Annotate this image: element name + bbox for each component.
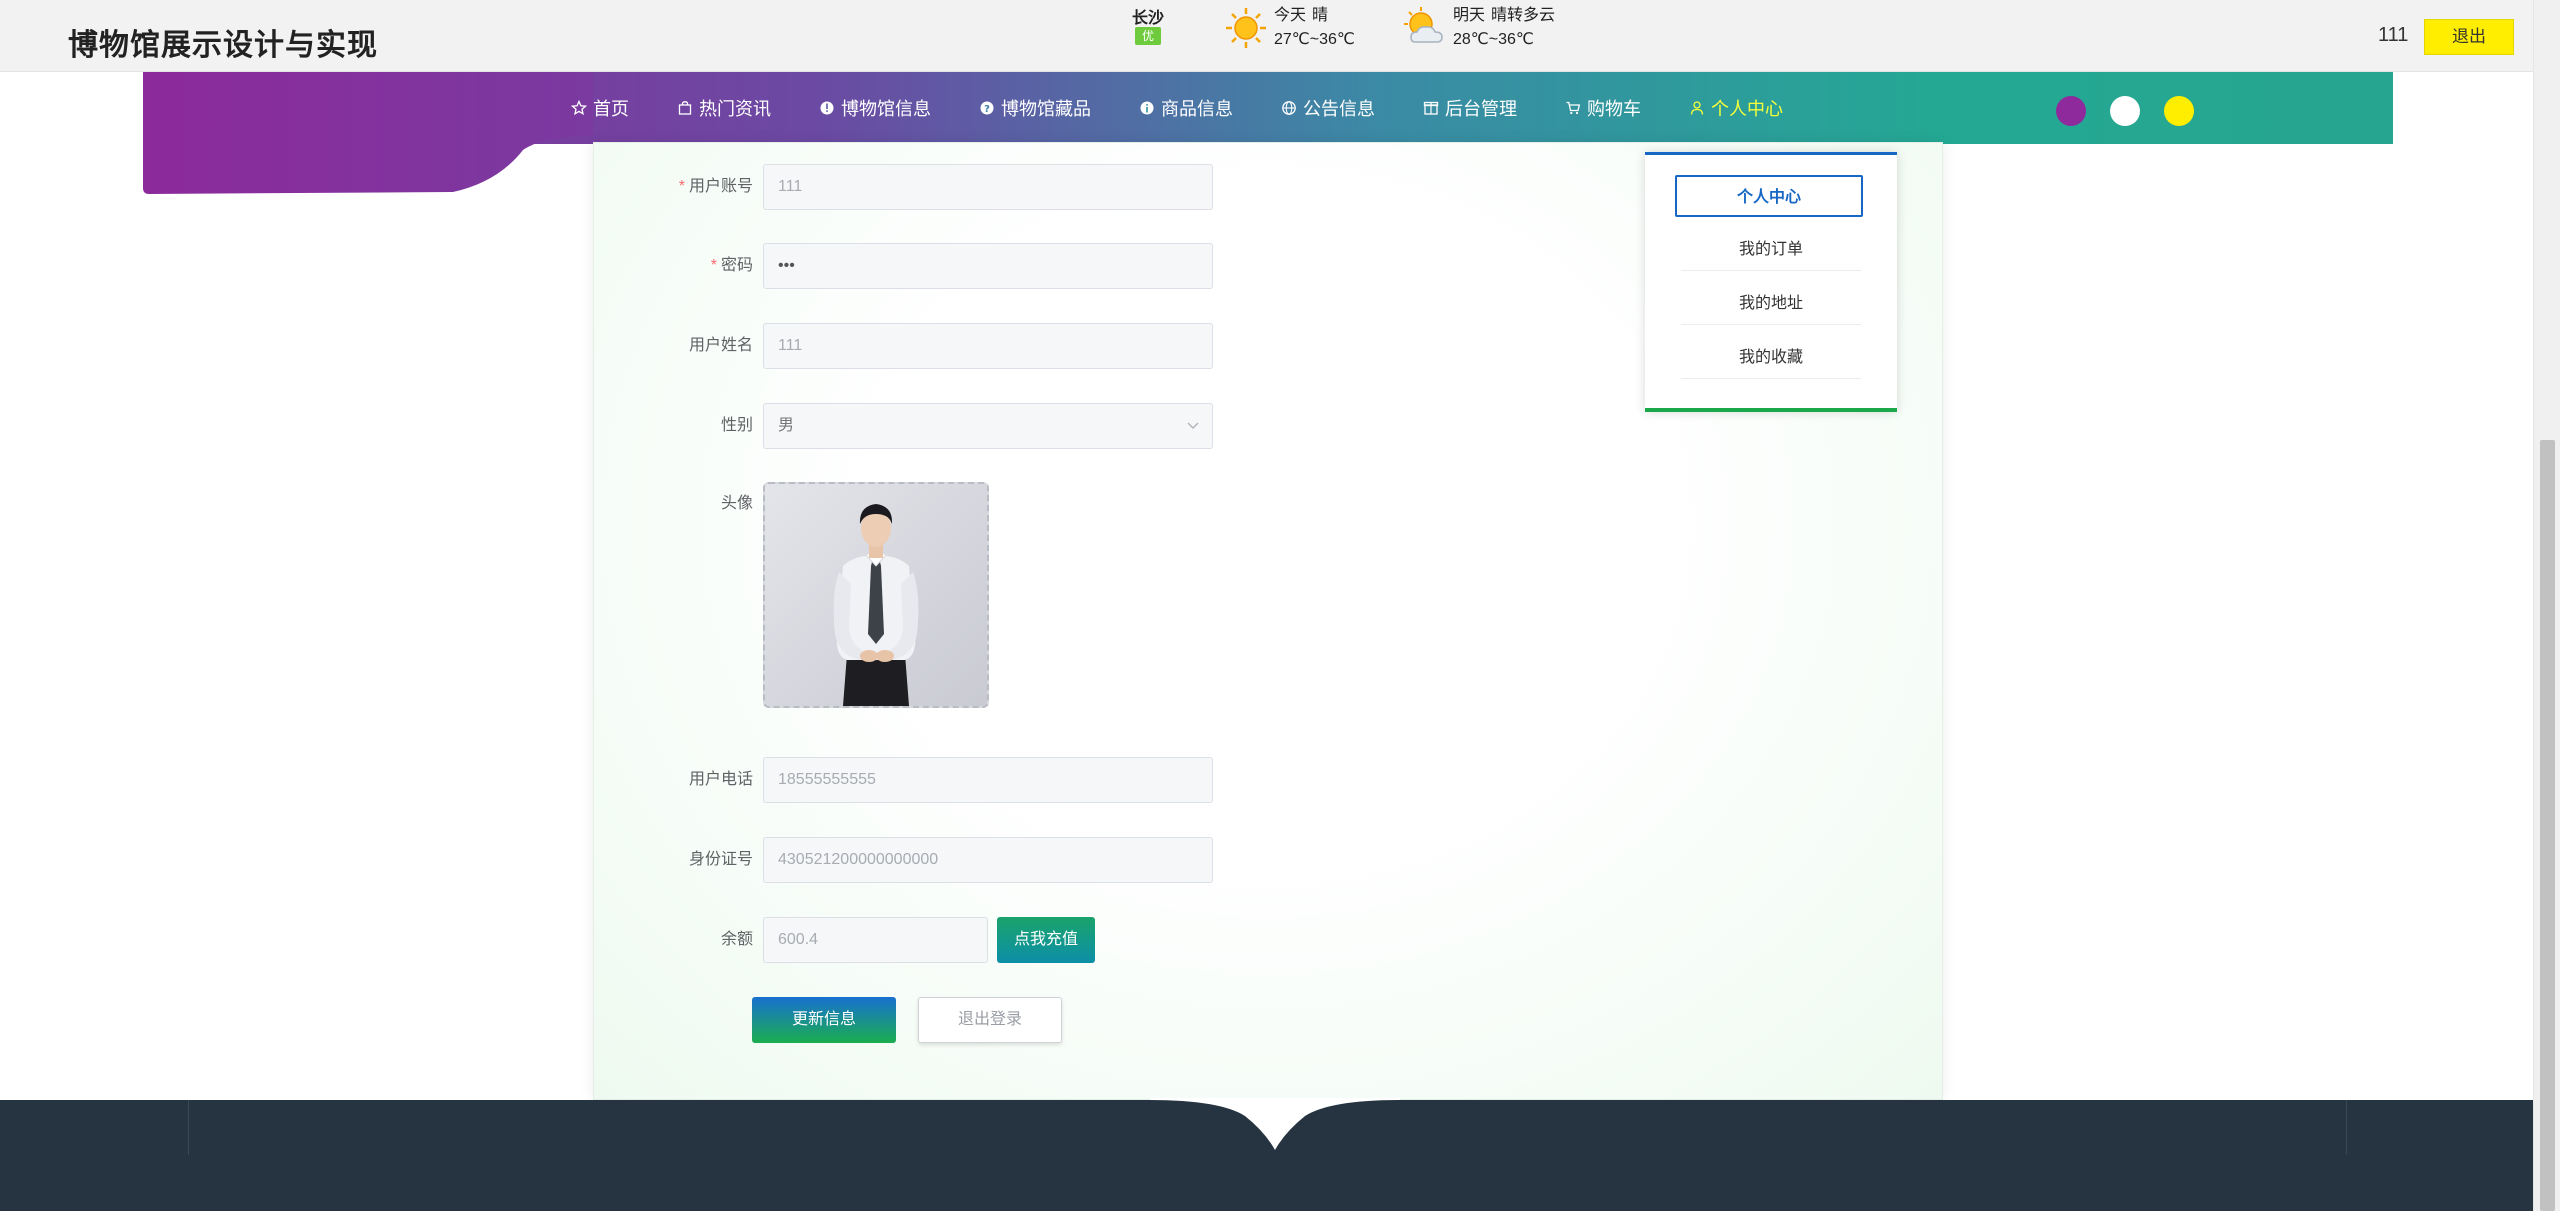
avatar-upload[interactable] bbox=[763, 482, 989, 708]
top-header: 博物馆展示设计与实现 长沙 优 今天晴 27℃~36℃ 明天 晴转多云 28℃~3… bbox=[0, 0, 2533, 72]
form-row-password: * 密码 bbox=[593, 243, 753, 289]
chevron-down-icon bbox=[1187, 422, 1199, 429]
box-icon bbox=[1423, 101, 1439, 115]
today-condition: 晴 bbox=[1312, 7, 1329, 24]
required-mark: * bbox=[678, 178, 685, 195]
nav-item-hot-news[interactable]: 热门资讯 bbox=[677, 95, 771, 121]
phone-field[interactable]: 18555555555 bbox=[763, 757, 1213, 803]
personal-side-menu: 个人中心 我的订单 我的地址 我的收藏 bbox=[1645, 152, 1897, 412]
nav-item-museum-info[interactable]: 博物馆信息 bbox=[819, 95, 931, 121]
site-title: 博物馆展示设计与实现 bbox=[68, 29, 378, 62]
update-info-button[interactable]: 更新信息 bbox=[752, 997, 896, 1043]
account-label-text: 用户账号 bbox=[688, 178, 753, 195]
tomorrow-temp: 28℃~36℃ bbox=[1453, 31, 1534, 48]
form-row-idcard: 身份证号 bbox=[593, 837, 753, 883]
logout-button[interactable]: 退出登录 bbox=[918, 997, 1062, 1043]
nav-label-admin: 后台管理 bbox=[1445, 99, 1517, 119]
account-field[interactable]: 111 bbox=[763, 164, 1213, 210]
side-item-my-address[interactable]: 我的地址 bbox=[1681, 283, 1861, 325]
nav-label-notices: 公告信息 bbox=[1303, 99, 1375, 119]
gender-label: 性别 bbox=[720, 417, 753, 434]
question-icon: ? bbox=[980, 101, 994, 115]
idcard-field[interactable]: 430521200000000000 bbox=[763, 837, 1213, 883]
theme-color-purple[interactable] bbox=[2056, 96, 2086, 126]
side-item-my-favorites[interactable]: 我的收藏 bbox=[1681, 337, 1861, 379]
info-icon bbox=[820, 101, 834, 115]
partly-cloudy-icon bbox=[1404, 7, 1443, 43]
side-item-my-orders[interactable]: 我的订单 bbox=[1681, 229, 1861, 271]
form-row-phone: 用户电话 bbox=[593, 757, 753, 803]
form-row-avatar: 头像 bbox=[593, 482, 753, 528]
nav-label-hot-news: 热门资讯 bbox=[699, 99, 771, 119]
cart-icon bbox=[1566, 101, 1581, 115]
nav-items: 首页 热门资讯 博物馆信息 ? 博物馆藏品 商品信息 公告信息 后台管理 购物车 bbox=[571, 72, 1783, 144]
form-row-name: 用户姓名 bbox=[593, 323, 753, 369]
name-field[interactable]: 111 bbox=[763, 323, 1213, 369]
phone-label: 用户电话 bbox=[688, 771, 753, 788]
city-name: 长沙 bbox=[1131, 10, 1164, 27]
theme-color-yellow[interactable] bbox=[2164, 96, 2194, 126]
page-scrollbar[interactable] bbox=[2533, 0, 2560, 1211]
footer-divider bbox=[2346, 1100, 2347, 1155]
required-mark: * bbox=[710, 257, 717, 274]
nav-label-cart: 购物车 bbox=[1587, 99, 1641, 119]
gender-select[interactable]: 男 bbox=[763, 403, 1213, 449]
nav-label-home: 首页 bbox=[593, 99, 629, 119]
nav-item-collections[interactable]: ? 博物馆藏品 bbox=[979, 95, 1091, 121]
nav-label-museum-info: 博物馆信息 bbox=[841, 99, 931, 119]
form-row-account: * 用户账号 bbox=[593, 164, 753, 210]
idcard-label: 身份证号 bbox=[688, 851, 753, 868]
weather-tomorrow: 明天 晴转多云 28℃~36℃ bbox=[1403, 4, 1583, 64]
recharge-button[interactable]: 点我充值 bbox=[997, 917, 1095, 963]
nav-item-home[interactable]: 首页 bbox=[571, 95, 629, 121]
header-logout-button[interactable]: 退出 bbox=[2424, 19, 2514, 55]
nav-item-admin[interactable]: 后台管理 bbox=[1423, 95, 1517, 121]
footer-notch-decoration bbox=[1150, 1098, 1400, 1150]
gender-value: 男 bbox=[778, 417, 795, 434]
tomorrow-label: 明天 bbox=[1453, 7, 1486, 24]
theme-color-white[interactable] bbox=[2110, 96, 2140, 126]
password-field[interactable]: ••• bbox=[763, 243, 1213, 289]
tomorrow-condition: 晴转多云 bbox=[1491, 7, 1556, 24]
account-label: * 用户账号 bbox=[593, 164, 753, 210]
nav-item-products[interactable]: 商品信息 bbox=[1139, 95, 1233, 121]
globe-icon bbox=[1282, 101, 1296, 115]
nav-item-cart[interactable]: 购物车 bbox=[1565, 95, 1641, 121]
weather-today: 今天晴 27℃~36℃ bbox=[1224, 4, 1364, 64]
bag-icon bbox=[678, 101, 692, 115]
password-label: * 密码 bbox=[593, 243, 753, 289]
sun-icon bbox=[1226, 8, 1266, 48]
air-quality-badge: 优 bbox=[1135, 27, 1161, 45]
svg-text:?: ? bbox=[984, 104, 990, 115]
current-username: 111 bbox=[2378, 24, 2409, 46]
balance-field: 600.4 bbox=[763, 917, 988, 963]
footer-divider bbox=[188, 1100, 189, 1155]
today-temp: 27℃~36℃ bbox=[1274, 31, 1355, 48]
today-label: 今天 bbox=[1274, 7, 1307, 24]
balance-label: 余额 bbox=[720, 931, 753, 948]
avatar-label: 头像 bbox=[720, 495, 753, 512]
avatar-image bbox=[765, 484, 987, 706]
side-item-personal-center[interactable]: 个人中心 bbox=[1675, 175, 1863, 217]
nav-label-products: 商品信息 bbox=[1161, 99, 1233, 119]
form-row-gender: 性别 bbox=[593, 403, 753, 449]
form-row-balance: 余额 bbox=[593, 917, 753, 963]
password-label-text: 密码 bbox=[720, 257, 753, 274]
nav-decorative-wave bbox=[143, 72, 593, 194]
nav-label-collections: 博物馆藏品 bbox=[1001, 99, 1091, 119]
nav-item-personal-center[interactable]: 个人中心 bbox=[1689, 95, 1783, 121]
nav-item-notices[interactable]: 公告信息 bbox=[1281, 95, 1375, 121]
info-icon bbox=[1140, 101, 1154, 115]
star-icon bbox=[571, 100, 587, 116]
nav-label-personal-center: 个人中心 bbox=[1711, 99, 1783, 119]
scrollbar-thumb[interactable] bbox=[2540, 440, 2555, 1211]
user-icon bbox=[1690, 101, 1704, 115]
name-label: 用户姓名 bbox=[688, 337, 753, 354]
